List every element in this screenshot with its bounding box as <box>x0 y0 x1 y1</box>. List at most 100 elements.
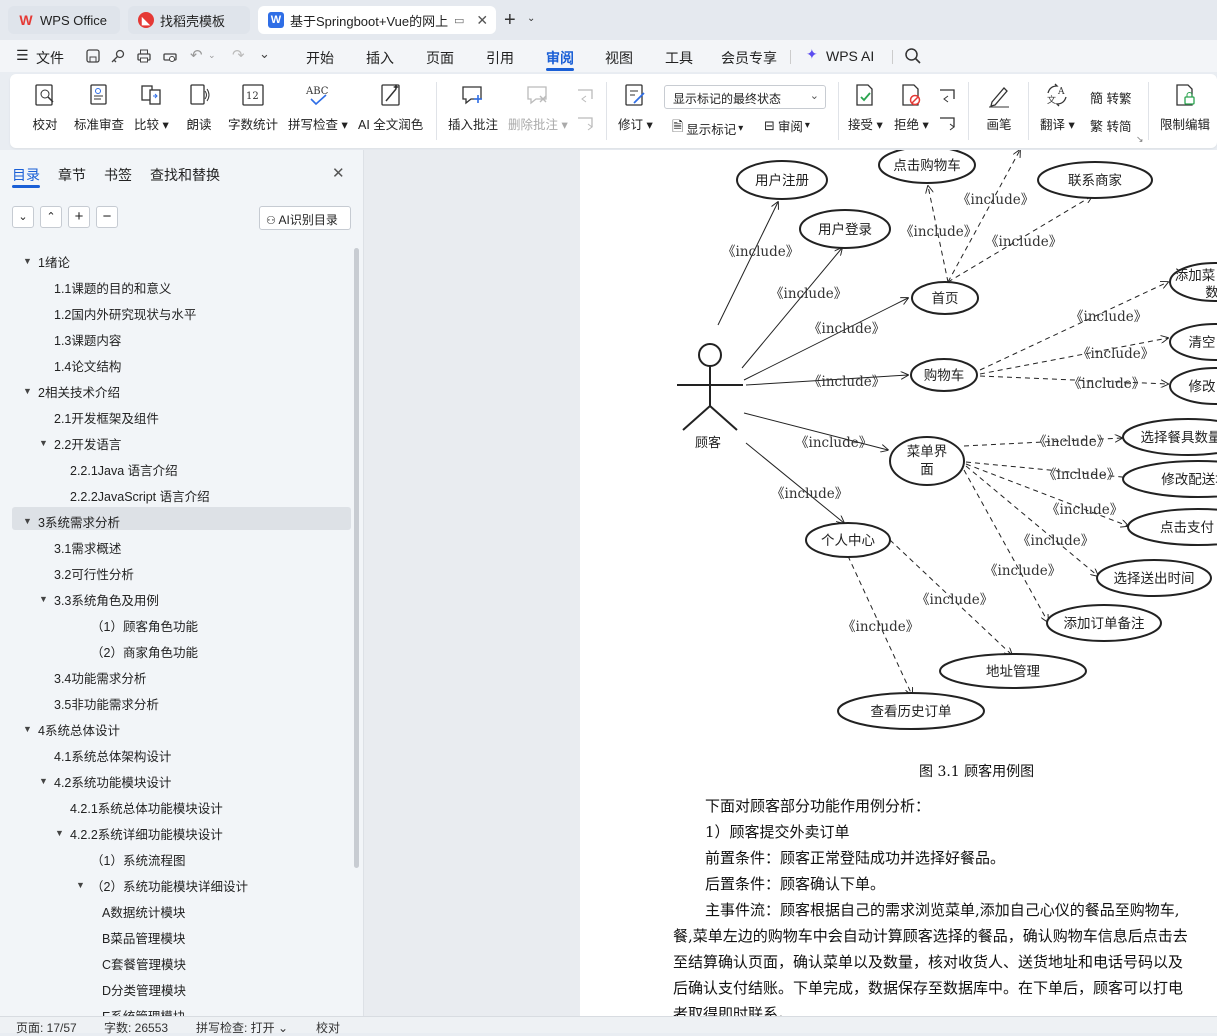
toc-expand-arrow-icon[interactable]: ▼ <box>23 724 32 734</box>
toc-expand-arrow-icon[interactable]: ▼ <box>55 828 64 838</box>
toc-item[interactable]: 4.1系统总体架构设计 <box>54 746 171 765</box>
toc-item[interactable]: 3.3系统角色及用例 <box>54 590 159 609</box>
undo-icon[interactable]: ↶ <box>190 46 203 64</box>
tab-toc[interactable]: 目录 <box>12 165 40 185</box>
print-icon[interactable] <box>136 48 152 64</box>
toc-expand-arrow-icon[interactable]: ▼ <box>39 438 48 448</box>
prev-comment-icon[interactable] <box>576 86 596 106</box>
toc-item[interactable]: （2）系统功能模块详细设计 <box>91 876 248 895</box>
toc-expand-arrow-icon[interactable]: ▼ <box>39 776 48 786</box>
key-icon[interactable] <box>110 48 126 64</box>
save-icon[interactable] <box>85 48 101 64</box>
toc-item[interactable]: 1.3课题内容 <box>54 330 121 349</box>
print-preview-icon[interactable] <box>162 48 178 64</box>
word-count-indicator[interactable]: 字数: 26553 <box>104 1019 168 1036</box>
menu-view[interactable]: 视图 <box>605 48 633 68</box>
close-icon[interactable]: ✕ <box>476 12 488 29</box>
toc-item[interactable]: （1）系统流程图 <box>91 850 185 869</box>
tab-document[interactable]: W 基于Springboot+Vue的网上 ▭ ✕ <box>258 6 496 34</box>
toc-item[interactable]: 1.2国内外研究现状与水平 <box>54 304 196 323</box>
toc-expand-arrow-icon[interactable]: ▼ <box>23 516 32 526</box>
toc-item[interactable]: 3系统需求分析 <box>38 512 120 531</box>
to-simplified-button[interactable]: 繁 转简 <box>1090 116 1132 135</box>
toc-item[interactable]: 2相关技术介绍 <box>38 382 120 401</box>
close-icon[interactable]: ✕ <box>332 164 345 182</box>
toc-item[interactable]: 1.1课题的目的和意义 <box>54 278 171 297</box>
more-chevron-icon[interactable]: ⌄ <box>259 46 270 62</box>
redo-icon[interactable]: ↷ <box>232 46 245 64</box>
ai-polish-button[interactable]: AI 全文润色 <box>358 82 423 133</box>
page-indicator[interactable]: 页面: 17/57 <box>16 1019 77 1036</box>
pen-button[interactable]: 画笔 <box>986 82 1012 133</box>
chevron-down-icon[interactable]: ⌄ <box>208 50 216 61</box>
menu-member[interactable]: 会员专享 <box>721 48 777 68</box>
menu-page[interactable]: 页面 <box>426 48 454 68</box>
menu-reference[interactable]: 引用 <box>486 48 514 68</box>
menu-start[interactable]: 开始 <box>306 48 334 68</box>
translate-button[interactable]: 文A 翻译 ▾ <box>1040 82 1075 133</box>
sidebar-scrollbar[interactable] <box>354 248 359 868</box>
proofread-button[interactable]: 校对 <box>32 82 58 133</box>
toc-item[interactable]: 1.4论文结构 <box>54 356 121 375</box>
next-comment-icon[interactable] <box>576 114 596 134</box>
reject-button[interactable]: 拒绝 ▾ <box>894 82 929 133</box>
tab-find-replace[interactable]: 查找和替换 <box>150 165 220 185</box>
accept-button[interactable]: 接受 ▾ <box>848 82 883 133</box>
toc-item[interactable]: 4.2.2系统详细功能模块设计 <box>70 824 223 843</box>
tab-chapter[interactable]: 章节 <box>58 165 86 185</box>
tab-bookmark[interactable]: 书签 <box>104 165 132 185</box>
track-changes-button[interactable]: 修订 ▾ <box>618 82 653 133</box>
prev-change-icon[interactable] <box>938 86 958 106</box>
tab-docer[interactable]: ◣ 找稻壳模板 <box>128 6 250 34</box>
proof-indicator[interactable]: 校对 <box>316 1019 340 1036</box>
delete-comment-button[interactable]: 删除批注 ▾ <box>508 82 568 133</box>
toc-item[interactable]: 3.5非功能需求分析 <box>54 694 159 713</box>
toc-item[interactable]: 3.1需求概述 <box>54 538 121 557</box>
toc-item[interactable]: 2.2.1Java 语言介绍 <box>70 460 178 479</box>
chevron-down-icon[interactable]: ⌄ <box>527 13 535 24</box>
ai-toc-button[interactable]: ⚇ AI识别目录 <box>259 206 351 230</box>
expand-all-button[interactable]: ⌄ <box>12 206 34 228</box>
toc-item[interactable]: 4.2.1系统总体功能模块设计 <box>70 798 223 817</box>
collapse-button[interactable]: ⌃ <box>40 206 62 228</box>
toc-item[interactable]: A数据统计模块 <box>102 902 185 921</box>
toc-item[interactable]: （1）顾客角色功能 <box>91 616 198 635</box>
remove-heading-button[interactable]: − <box>96 206 118 228</box>
toc-item[interactable]: 4系统总体设计 <box>38 720 120 739</box>
spell-check-button[interactable]: ABC 拼写检查 ▾ <box>288 82 348 133</box>
toc-expand-arrow-icon[interactable]: ▼ <box>23 386 32 396</box>
review-pane-button[interactable]: ⊟ 审阅 ▾ <box>764 116 810 135</box>
standard-review-button[interactable]: 标准审查 <box>74 82 124 133</box>
toc-item[interactable]: 3.4功能需求分析 <box>54 668 146 687</box>
hamburger-icon[interactable]: ☰ <box>16 47 29 64</box>
toc-item[interactable]: 1绪论 <box>38 252 70 271</box>
next-change-icon[interactable] <box>938 114 958 134</box>
restrict-edit-button[interactable]: 限制编辑 <box>1160 82 1210 133</box>
show-mode-select[interactable]: 显示标记的最终状态 ⌄ <box>664 85 826 109</box>
menu-tools[interactable]: 工具 <box>665 48 693 68</box>
new-tab-plus-icon[interactable]: + <box>504 9 516 32</box>
expand-group-icon[interactable]: ↘ <box>1136 134 1144 145</box>
toc-item[interactable]: D分类管理模块 <box>102 980 186 999</box>
insert-comment-button[interactable]: 插入批注 <box>448 82 498 133</box>
menu-file[interactable]: 文件 <box>36 48 64 68</box>
document-page[interactable]: 顾客 <box>580 150 1217 1016</box>
toc-item[interactable]: 2.1开发框架及组件 <box>54 408 159 427</box>
search-icon[interactable] <box>904 47 922 65</box>
toc-item[interactable]: 4.2系统功能模块设计 <box>54 772 171 791</box>
menu-review[interactable]: 审阅 <box>546 48 574 68</box>
toc-expand-arrow-icon[interactable]: ▼ <box>76 880 85 890</box>
word-count-button[interactable]: 12 字数统计 <box>228 82 278 133</box>
menu-wps-ai[interactable]: WPS AI <box>826 48 874 64</box>
tab-wps-office[interactable]: W WPS Office <box>8 6 120 34</box>
add-heading-button[interactable]: + <box>68 206 90 228</box>
toc-item[interactable]: （2）商家角色功能 <box>91 642 198 661</box>
spell-check-indicator[interactable]: 拼写检查: 打开 ⌄ <box>196 1019 288 1036</box>
to-traditional-button[interactable]: 簡 转繁 <box>1090 88 1132 107</box>
toc-item[interactable]: 2.2开发语言 <box>54 434 121 453</box>
toc-expand-arrow-icon[interactable]: ▼ <box>23 256 32 266</box>
toc-item[interactable]: 3.2可行性分析 <box>54 564 134 583</box>
show-markup-button[interactable]: 🗎 显示标记 ▾ <box>672 116 743 140</box>
toc-item[interactable]: C套餐管理模块 <box>102 954 186 973</box>
menu-insert[interactable]: 插入 <box>366 48 394 68</box>
